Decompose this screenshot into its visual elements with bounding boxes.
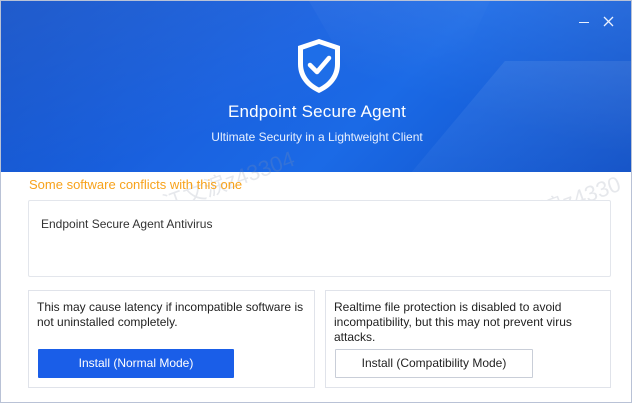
minimize-icon	[579, 22, 589, 23]
compatibility-mode-panel: Realtime file protection is disabled to …	[325, 290, 611, 388]
app-title: Endpoint Secure Agent	[227, 102, 407, 121]
normal-mode-panel: This may cause latency if incompatible s…	[28, 290, 315, 388]
conflict-warning: Some software conflicts with this one	[29, 177, 243, 192]
normal-mode-description: This may cause latency if incompatible s…	[37, 300, 304, 329]
install-compatibility-mode-button[interactable]: Install (Compatibility Mode)	[335, 349, 533, 378]
header-banner: Endpoint Secure Agent Ultimate Security …	[1, 1, 631, 172]
close-button[interactable]	[599, 13, 617, 31]
conflict-list: Endpoint Secure Agent Antivirus	[28, 200, 611, 277]
install-normal-mode-button[interactable]: Install (Normal Mode)	[38, 349, 234, 378]
compatibility-mode-description: Realtime file protection is disabled to …	[334, 300, 572, 344]
app-subtitle: Ultimate Security in a Lightweight Clien…	[211, 130, 423, 144]
installer-window: Endpoint Secure Agent Ultimate Security …	[0, 0, 632, 403]
shield-check-icon	[298, 39, 340, 93]
close-icon	[603, 16, 613, 27]
minimize-button[interactable]	[575, 13, 593, 31]
conflict-list-item: Endpoint Secure Agent Antivirus	[41, 217, 213, 231]
